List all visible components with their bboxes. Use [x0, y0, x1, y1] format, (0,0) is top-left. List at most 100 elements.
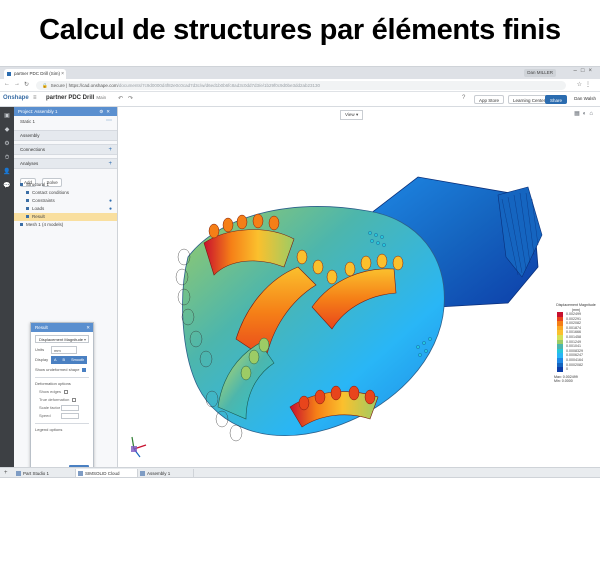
browser-user-chip[interactable]: Dan MILLER — [524, 69, 556, 77]
add-constraint-icon[interactable]: ● — [109, 197, 112, 205]
add-connection-icon[interactable]: + — [108, 145, 112, 155]
true-deformation-checkbox[interactable] — [72, 397, 77, 402]
mode-row[interactable]: Static 1 ⋯ — [14, 116, 117, 127]
section-connections-label: Connections — [20, 147, 46, 152]
comments-icon[interactable]: 💬 — [3, 183, 11, 189]
favicon-icon — [7, 72, 11, 76]
section-assembly[interactable]: Assembly — [14, 130, 117, 141]
close-dialog-icon[interactable]: ✕ — [86, 323, 90, 332]
section-connections[interactable]: Connections + — [14, 144, 117, 155]
display-option[interactable]: Smooth — [68, 356, 88, 364]
display-toggle: A B Smooth — [51, 356, 88, 364]
legend-min: Min: 0.0000 — [554, 379, 573, 384]
speed-label: Speed — [39, 413, 51, 418]
versions-icon[interactable]: ⏱ — [3, 155, 11, 161]
tree-item[interactable]: Contact conditions — [14, 189, 117, 197]
undeformed-label: Show undeformed shape — [35, 367, 80, 372]
section-analyses[interactable]: Analyses + — [14, 158, 117, 169]
redo-icon[interactable]: ↷ — [128, 95, 133, 102]
tree-item-label: Result — [32, 214, 45, 219]
add-tab-icon[interactable]: + — [4, 468, 8, 477]
panel-tools-icon[interactable]: ⚙✕ — [99, 107, 113, 116]
secure-label: Secure — [50, 83, 65, 88]
mode-label: Static 1 — [20, 119, 36, 124]
legend-swatch — [557, 367, 563, 372]
display-option[interactable]: B — [59, 356, 69, 364]
result-dialog-header: Result ✕ — [31, 323, 93, 332]
window-controls[interactable]: –□× — [574, 68, 596, 74]
tab-assembly[interactable]: Assembly 1 — [138, 469, 194, 477]
browser-tab-bar: partner PDC Drill (Sim) × Dan MILLER –□× — [0, 67, 600, 79]
browser-tab[interactable]: partner PDC Drill (Sim) × — [4, 69, 66, 79]
panel-header: Project: Assembly 1 ⚙✕ — [14, 107, 117, 116]
section-analyses-label: Analyses — [20, 161, 39, 166]
result-type-select[interactable]: Displacement Magnitude ▾ — [35, 335, 89, 343]
legend-title: Displacement Magnitude (mm) — [556, 303, 596, 312]
deformation-group: Deformation options Show edges True defo… — [35, 377, 89, 420]
screenshot-window: partner PDC Drill (Sim) × Dan MILLER –□×… — [0, 66, 600, 478]
url-path: /documents/7c9d0000d4f82e0c0cad7d3c/w/d6… — [117, 83, 321, 88]
section-assembly-label: Assembly — [20, 133, 40, 138]
browser-tab-title: partner PDC Drill (Sim) — [14, 71, 61, 76]
share-button[interactable]: Share — [545, 95, 568, 104]
tree-item[interactable]: Loads ● — [14, 205, 117, 213]
tree-item-icon — [26, 191, 29, 195]
back-icon[interactable]: ← — [4, 81, 10, 87]
result-type-value: Displacement Magnitude — [39, 337, 84, 342]
features-icon[interactable]: ▣ — [3, 113, 11, 119]
bottom-tab-bar: + Part Studio 1 SIMSOLID Cloud Assembly … — [0, 467, 600, 477]
users-icon[interactable]: 👤 — [3, 169, 11, 175]
tab-simsolid[interactable]: SIMSOLID Cloud — [76, 469, 138, 477]
forward-icon[interactable]: → — [14, 81, 20, 87]
tree-item-label: Constraints — [32, 198, 55, 203]
scale-input[interactable] — [61, 405, 79, 411]
user-menu[interactable]: Dan Walsh — [574, 96, 596, 101]
tree-item-icon — [26, 215, 29, 219]
add-analysis-icon[interactable]: + — [108, 159, 112, 169]
tree-item-icon — [26, 199, 29, 203]
reload-icon[interactable]: ↻ — [24, 81, 29, 88]
url-field[interactable]: 🔒 Secure | https://cad.onshape.com/docume… — [36, 81, 566, 90]
tree-item[interactable]: Constraints ● — [14, 197, 117, 205]
settings-icon[interactable]: ⚙ — [3, 141, 11, 147]
scale-label: Scale factor — [39, 405, 61, 410]
tab-label: Assembly 1 — [147, 471, 171, 476]
true-deformation-row: True deformation — [35, 396, 89, 404]
onshape-logo[interactable]: Onshape — [3, 95, 29, 101]
tree-study[interactable]: Structural 1 — [14, 181, 117, 189]
speed-input[interactable] — [61, 413, 79, 419]
units-select[interactable]: mm — [51, 346, 77, 354]
legend-value: 0 — [566, 367, 568, 372]
add-load-icon[interactable]: ● — [109, 205, 112, 213]
result-dialog: Result ✕ Displacement Magnitude ▾ Units … — [30, 322, 94, 477]
tree-mesh[interactable]: Mesh 1 (4 models) — [14, 221, 117, 229]
mode-settings-icon[interactable]: ⋯ — [106, 116, 112, 127]
show-edges-checkbox[interactable] — [64, 389, 69, 394]
tab-part-studio[interactable]: Part Studio 1 — [14, 469, 76, 477]
legend-options-header[interactable]: Legend options — [35, 426, 89, 434]
graphics-viewport[interactable]: View ▾ ▦◐⌂ Displacement Magnitude (mm) 0… — [118, 107, 600, 467]
left-icon-strip: ▣ ◆ ⚙ ⏱ 👤 💬 — [0, 107, 14, 467]
url-host: https://cad.onshape.com — [68, 83, 118, 88]
undeformed-checkbox[interactable] — [82, 367, 87, 372]
menu-icon[interactable]: ≡ — [33, 95, 37, 101]
drill-bit-model[interactable] — [118, 107, 600, 467]
display-row: Display A B Smooth — [35, 356, 89, 364]
true-deformation-label: True deformation — [39, 397, 70, 402]
browser-menu-icon[interactable]: ☆⋮ — [577, 81, 594, 88]
display-option[interactable]: A — [51, 356, 60, 364]
learning-center-button[interactable]: Learning Center — [508, 95, 551, 104]
help-icon[interactable]: ? — [462, 95, 465, 101]
app-toolbar: Onshape ≡ partner PDC Drill Main ↶ ↷ ? Ap… — [0, 92, 600, 107]
result-legend: Displacement Magnitude (mm) 0.002499 0.00… — [554, 303, 598, 384]
tree-item-selected[interactable]: Result — [14, 213, 117, 221]
close-tab-icon[interactable]: × — [61, 69, 64, 79]
parts-icon[interactable]: ◆ — [3, 127, 11, 133]
headline-title: Calcul de structures par éléments finis — [39, 14, 561, 46]
undo-icon[interactable]: ↶ — [118, 95, 123, 102]
deformation-header[interactable]: Deformation options — [35, 380, 89, 388]
app-store-button[interactable]: App Store — [474, 95, 505, 104]
document-title: partner PDC Drill Main — [46, 95, 107, 101]
speed-row: Speed — [35, 412, 89, 420]
legend-row: 0 — [554, 367, 598, 372]
